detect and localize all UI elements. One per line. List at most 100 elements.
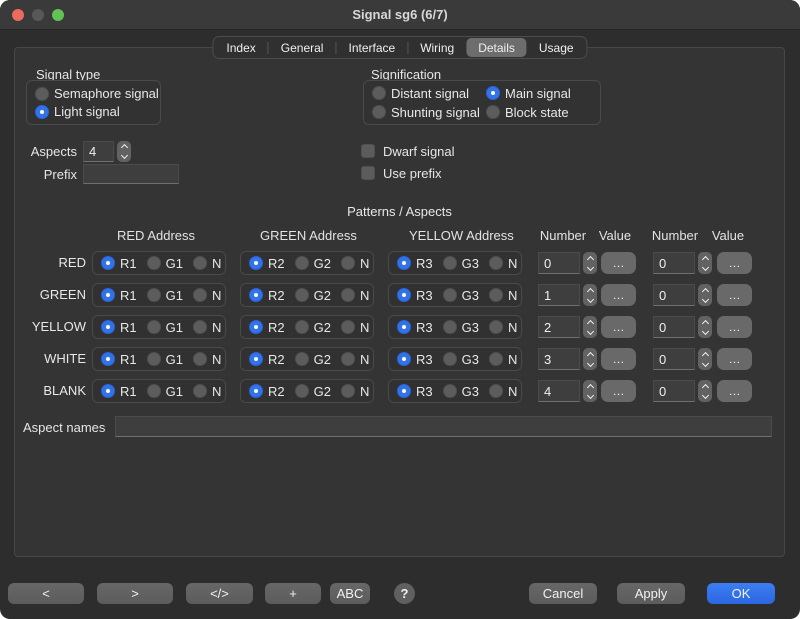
radio-option-label: N — [212, 256, 221, 271]
radio-option[interactable]: G3 — [443, 320, 479, 335]
add-button[interactable]: + — [265, 583, 321, 604]
aspect-names-input[interactable] — [115, 416, 772, 437]
radio-option[interactable]: N — [489, 288, 517, 303]
radio-option[interactable]: R3 — [397, 256, 433, 271]
radio-option[interactable]: R1 — [101, 352, 137, 367]
radio-option[interactable]: G2 — [295, 256, 331, 271]
cancel-button[interactable]: Cancel — [529, 583, 597, 604]
pattern-rows: RED R1 G1 N R2 G2 N R3 G3 N … … GREEN R1… — [15, 48, 784, 556]
radio-option[interactable]: G2 — [295, 384, 331, 399]
radio-option[interactable]: G2 — [295, 288, 331, 303]
radio-option-label: N — [360, 320, 369, 335]
code-button[interactable]: </> — [186, 583, 253, 604]
value-button-2[interactable]: … — [717, 380, 752, 402]
radio-option[interactable]: R1 — [101, 256, 137, 271]
radio-option[interactable]: R3 — [397, 384, 433, 399]
radio-option[interactable]: R2 — [249, 352, 285, 367]
radio-option[interactable]: N — [341, 320, 369, 335]
value-button-1[interactable]: … — [601, 348, 636, 370]
radio-option[interactable]: N — [193, 352, 221, 367]
radio-option[interactable]: N — [489, 352, 517, 367]
radio-unselected-icon — [489, 320, 503, 334]
green-address-radio-group: R2 G2 N — [240, 347, 374, 371]
tab-wiring[interactable]: Wiring — [408, 38, 466, 57]
value-button-1[interactable]: … — [601, 316, 636, 338]
radio-option[interactable]: R1 — [101, 288, 137, 303]
number-stepper-1[interactable] — [583, 348, 597, 370]
number-stepper-1[interactable] — [583, 284, 597, 306]
number-stepper-2[interactable] — [698, 252, 712, 274]
radio-option[interactable]: R2 — [249, 256, 285, 271]
value-button-2[interactable]: … — [717, 316, 752, 338]
tab-details[interactable]: Details — [466, 38, 527, 57]
value-button-2[interactable]: … — [717, 348, 752, 370]
number-stepper-2[interactable] — [698, 284, 712, 306]
number-stepper-2[interactable] — [698, 348, 712, 370]
radio-option[interactable]: G3 — [443, 384, 479, 399]
tab-interface[interactable]: Interface — [336, 38, 407, 57]
radio-option[interactable]: N — [341, 384, 369, 399]
radio-option[interactable]: G1 — [147, 352, 183, 367]
number-stepper-1[interactable] — [583, 316, 597, 338]
number-stepper-1[interactable] — [583, 252, 597, 274]
radio-option[interactable]: R2 — [249, 288, 285, 303]
ok-button[interactable]: OK — [707, 583, 775, 604]
value-button-1[interactable]: … — [601, 284, 636, 306]
apply-button[interactable]: Apply — [617, 583, 685, 604]
chevron-down-icon — [701, 295, 708, 302]
value-button-2[interactable]: … — [717, 284, 752, 306]
green-address-radio-group: R2 G2 N — [240, 315, 374, 339]
radio-option[interactable]: G2 — [295, 320, 331, 335]
tab-usage[interactable]: Usage — [527, 38, 586, 57]
radio-option[interactable]: R1 — [101, 384, 137, 399]
radio-option[interactable]: N — [193, 384, 221, 399]
radio-option[interactable]: R3 — [397, 288, 433, 303]
radio-option-label: G3 — [462, 288, 479, 303]
radio-option[interactable]: N — [341, 352, 369, 367]
value-button-2[interactable]: … — [717, 252, 752, 274]
radio-option[interactable]: G3 — [443, 288, 479, 303]
previous-button[interactable]: < — [8, 583, 84, 604]
radio-option[interactable]: N — [489, 256, 517, 271]
radio-option[interactable]: G1 — [147, 384, 183, 399]
radio-option[interactable]: R2 — [249, 384, 285, 399]
number-stepper-2[interactable] — [698, 316, 712, 338]
tab-general[interactable]: General — [269, 38, 336, 57]
number-input-1[interactable] — [538, 252, 580, 274]
radio-option[interactable]: G1 — [147, 256, 183, 271]
radio-option[interactable]: R3 — [397, 320, 433, 335]
radio-option[interactable]: R3 — [397, 352, 433, 367]
radio-option-label: N — [360, 288, 369, 303]
radio-option[interactable]: R1 — [101, 320, 137, 335]
number-input-2[interactable] — [653, 252, 695, 274]
radio-option[interactable]: N — [193, 288, 221, 303]
radio-option[interactable]: N — [341, 288, 369, 303]
number-stepper-2[interactable] — [698, 380, 712, 402]
abc-button[interactable]: ABC — [330, 583, 370, 604]
number-input-1[interactable] — [538, 316, 580, 338]
value-button-1[interactable]: … — [601, 380, 636, 402]
help-button[interactable]: ? — [394, 583, 415, 604]
radio-option[interactable]: G2 — [295, 352, 331, 367]
radio-option[interactable]: G3 — [443, 256, 479, 271]
radio-option[interactable]: G1 — [147, 288, 183, 303]
number-input-1[interactable] — [538, 380, 580, 402]
tab-index[interactable]: Index — [214, 38, 267, 57]
radio-option[interactable]: N — [489, 384, 517, 399]
radio-option[interactable]: R2 — [249, 320, 285, 335]
number-input-1[interactable] — [538, 348, 580, 370]
number-stepper-1[interactable] — [583, 380, 597, 402]
radio-option[interactable]: N — [341, 256, 369, 271]
next-button[interactable]: > — [97, 583, 173, 604]
number-input-2[interactable] — [653, 380, 695, 402]
number-input-2[interactable] — [653, 316, 695, 338]
radio-option[interactable]: G1 — [147, 320, 183, 335]
number-input-1[interactable] — [538, 284, 580, 306]
radio-option[interactable]: N — [489, 320, 517, 335]
radio-option[interactable]: N — [193, 320, 221, 335]
number-input-2[interactable] — [653, 348, 695, 370]
number-input-2[interactable] — [653, 284, 695, 306]
radio-option[interactable]: G3 — [443, 352, 479, 367]
radio-option[interactable]: N — [193, 256, 221, 271]
value-button-1[interactable]: … — [601, 252, 636, 274]
